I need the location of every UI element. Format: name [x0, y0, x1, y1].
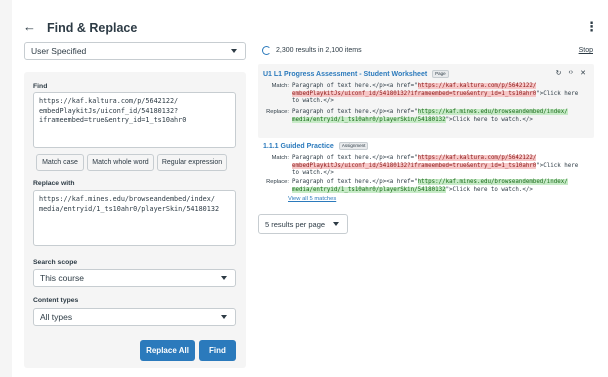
- view-all-matches-link[interactable]: View all 5 matches: [288, 196, 336, 202]
- replace-post: ">Click here to watch.</>: [445, 116, 533, 123]
- match-post: ">Click here: [536, 90, 579, 97]
- replace-row-label: Replace:: [266, 109, 289, 115]
- replace-label: Replace with: [33, 180, 75, 187]
- match-highlight: https://kaf.kaltura.com/p/5642122/: [417, 155, 537, 161]
- match-line-3: to watch.</>: [292, 98, 334, 105]
- left-edge-strip: [0, 0, 12, 377]
- match-highlight: https://kaf.kaltura.com/p/5642122/: [417, 83, 537, 89]
- kebab-menu-icon[interactable]: ⋮: [585, 20, 598, 33]
- per-page-value: 5 results per page: [265, 219, 326, 229]
- result-type-badge: Page: [432, 70, 449, 78]
- replace-highlight: media/entryid/1_ts10ahr0/playerSkin/5418…: [292, 186, 446, 193]
- regular-expression-button[interactable]: Regular expression: [157, 154, 227, 171]
- match-line-3: to watch.</>: [292, 170, 334, 177]
- chevron-down-icon: [221, 276, 227, 280]
- find-input[interactable]: https://kaf.kaltura.com/p/5642122/embedP…: [33, 92, 236, 148]
- results-summary: 2,300 results in 2,100 items: [262, 46, 362, 55]
- replace-row: Replace: Paragraph of text here.</p><a h…: [260, 179, 592, 194]
- match-text: Paragraph of text here.</p><a href="http…: [292, 83, 592, 106]
- find-line-3: iframeembed=true&entry_id=1_ts10ahr0: [39, 116, 187, 124]
- replace-highlight: https://kaf.mines.edu/browseandembed/ind…: [417, 109, 568, 115]
- replace-pre: Paragraph of text here.</p><a href=": [292, 109, 418, 115]
- match-text: Paragraph of text here.</p><a href="http…: [292, 155, 592, 178]
- find-line-2: embedPlaykitJs/uiconf_id/54180132?: [39, 106, 179, 115]
- result-title[interactable]: 1.1.1 Guided Practice Assignment: [263, 142, 369, 150]
- result-title-text[interactable]: U1 L1 Progress Assessment - Student Work…: [263, 71, 427, 78]
- match-pre: Paragraph of text here.</p><a href=": [292, 155, 418, 161]
- code-icon[interactable]: ‹›: [568, 69, 573, 77]
- search-scope-value: This course: [40, 273, 84, 283]
- match-highlight: embedPlaykitJs/uiconf_id/54180132?iframe…: [292, 162, 537, 169]
- chevron-down-icon: [231, 49, 237, 53]
- replace-row-label: Replace:: [266, 179, 289, 185]
- replace-input[interactable]: https://kaf.mines.edu/browseandembed/ind…: [33, 190, 236, 246]
- match-pre: Paragraph of text here.</p><a href=": [292, 83, 418, 89]
- replace-text: Paragraph of text here.</p><a href="http…: [292, 179, 592, 194]
- replace-text: Paragraph of text here.</p><a href="http…: [292, 109, 592, 124]
- replace-line-1: https://kaf.mines.edu/browseandembed/ind…: [39, 195, 215, 203]
- source-select-value: User Specified: [31, 46, 87, 56]
- replace-highlight: https://kaf.mines.edu/browseandembed/ind…: [417, 179, 568, 185]
- result-actions: ↻ ‹› ✕: [556, 69, 586, 77]
- replace-row: Replace: Paragraph of text here.</p><a h…: [260, 109, 592, 124]
- result-title[interactable]: U1 L1 Progress Assessment - Student Work…: [263, 70, 449, 78]
- match-whole-word-button[interactable]: Match whole word: [87, 154, 154, 171]
- per-page-select[interactable]: 5 results per page: [258, 214, 348, 234]
- match-case-button[interactable]: Match case: [36, 154, 84, 171]
- content-types-label: Content types: [33, 297, 79, 304]
- result-title-text[interactable]: 1.1.1 Guided Practice: [263, 143, 334, 150]
- match-label: Match:: [271, 83, 289, 89]
- search-scope-label: Search scope: [33, 259, 78, 266]
- arrow-left-icon[interactable]: ←: [23, 20, 36, 33]
- results-count: 2,300 results in 2,100 items: [276, 47, 362, 54]
- replace-pre: Paragraph of text here.</p><a href=": [292, 179, 418, 185]
- match-highlight: embedPlaykitJs/uiconf_id/54180132?iframe…: [292, 90, 537, 97]
- result-card: 1.1.1 Guided Practice Assignment Match: …: [258, 138, 594, 208]
- find-button[interactable]: Find: [199, 340, 236, 361]
- match-label: Match:: [271, 155, 289, 161]
- match-post: ">Click here: [536, 162, 579, 169]
- content-types-select[interactable]: All types: [33, 308, 236, 326]
- replace-all-button[interactable]: Replace All: [140, 340, 195, 361]
- find-line-1: https://kaf.kaltura.com/p/5642122/: [39, 97, 179, 105]
- stop-link[interactable]: Stop: [579, 47, 593, 54]
- match-row: Match: Paragraph of text here.</p><a hre…: [260, 155, 592, 178]
- result-type-badge: Assignment: [338, 142, 369, 150]
- close-icon[interactable]: ✕: [580, 69, 586, 77]
- replace-post: ">Click here to watch.</>: [445, 186, 533, 193]
- replace-line-2: media/entryid/1_ts10ahr0/playerSkin/5418…: [39, 204, 220, 213]
- match-row: Match: Paragraph of text here.</p><a hre…: [260, 83, 592, 106]
- spinner-icon: [262, 46, 271, 55]
- content-types-value: All types: [40, 312, 73, 322]
- result-card: U1 L1 Progress Assessment - Student Work…: [258, 64, 594, 138]
- page-title: Find & Replace: [47, 21, 138, 35]
- replace-highlight: media/entryid/1_ts10ahr0/playerSkin/5418…: [292, 116, 446, 123]
- find-label: Find: [33, 83, 48, 90]
- source-select[interactable]: User Specified: [24, 42, 246, 60]
- replace-icon[interactable]: ↻: [556, 69, 562, 77]
- chevron-down-icon: [333, 222, 339, 226]
- chevron-down-icon: [221, 315, 227, 319]
- search-scope-select[interactable]: This course: [33, 269, 236, 287]
